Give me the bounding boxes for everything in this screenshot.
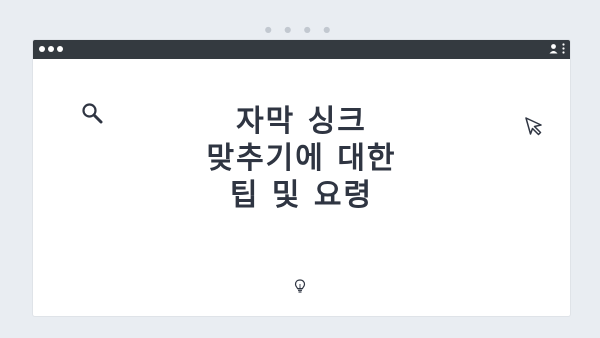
titlebar-actions: [549, 43, 565, 54]
lightbulb-icon: [294, 279, 306, 293]
maximize-dot[interactable]: [57, 46, 63, 52]
kebab-menu-icon[interactable]: [562, 43, 565, 54]
page-title: 자막 싱크 맞추기에 대한 팁 및 요령: [33, 103, 570, 214]
cursor-arrow-icon: [525, 117, 542, 136]
window-titlebar: [33, 40, 570, 59]
minimize-dot[interactable]: [48, 46, 54, 52]
page-content: 자막 싱크 맞추기에 대한 팁 및 요령: [33, 59, 570, 316]
title-line-3: 팁 및 요령: [229, 178, 374, 213]
browser-window: 자막 싱크 맞추기에 대한 팁 및 요령: [33, 40, 570, 316]
page-background: ● ● ● ● 자막 싱크 맞추기에 대한 팁 및 요령: [0, 0, 600, 338]
close-dot[interactable]: [39, 46, 45, 52]
top-indicator-dots: ● ● ● ●: [264, 25, 336, 34]
window-controls: [39, 46, 63, 52]
profile-icon[interactable]: [549, 43, 558, 54]
title-line-1: 자막 싱크: [236, 104, 367, 139]
title-line-2: 맞추기에 대한: [206, 141, 397, 176]
